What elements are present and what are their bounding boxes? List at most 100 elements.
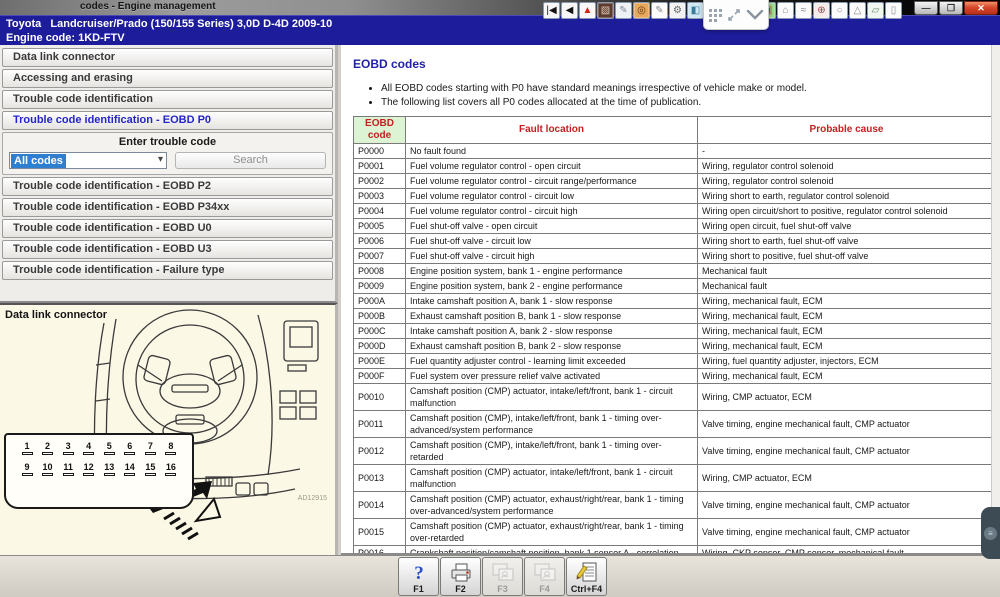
sidebar-item-data-link-connector[interactable]: Data link connector xyxy=(2,48,333,67)
hazard-icon[interactable]: △ xyxy=(849,2,866,19)
vehicle-info-bar: Toyota Landcruiser/Prado (150/155 Series… xyxy=(0,15,1000,45)
search-heading: Enter trouble code xyxy=(9,136,326,148)
vehicle-model: Toyota Landcruiser/Prado (150/155 Series… xyxy=(6,17,994,31)
connector-pin: 2 xyxy=(39,441,57,455)
connector-panel: Data link connector xyxy=(0,303,338,555)
battery-icon[interactable]: ▯ xyxy=(885,2,902,19)
sidebar-item-trouble-code-identification-eobd-p34xx[interactable]: Trouble code identification - EOBD P34xx xyxy=(2,198,333,217)
window-title: codes - Engine management xyxy=(80,1,216,12)
table-row: P0015Camshaft position (CMP) actuator, e… xyxy=(354,519,996,546)
sketch-icon[interactable]: ✎ xyxy=(615,2,632,19)
tools-icon[interactable]: ⊕ xyxy=(813,2,830,19)
cell-cause: Mechanical fault xyxy=(698,264,996,279)
diagnostics-icon[interactable]: ◧ xyxy=(687,2,704,19)
table-row: P0004Fuel volume regulator control - cir… xyxy=(354,204,996,219)
table-row: P000DExhaust camshaft position B, bank 2… xyxy=(354,339,996,354)
image-button-2: F4 xyxy=(524,557,565,596)
trouble-code-dropdown[interactable]: All codes ▾ xyxy=(9,152,167,169)
cell-cause: Valve timing, engine mechanical fault, C… xyxy=(698,492,996,519)
sidebar-item-trouble-code-identification[interactable]: Trouble code identification xyxy=(2,90,333,109)
sidebar-item-trouble-code-identification-eobd-p2[interactable]: Trouble code identification - EOBD P2 xyxy=(2,177,333,196)
cell-code: P000C xyxy=(354,324,406,339)
cell-code: P000A xyxy=(354,294,406,309)
cell-cause: Wiring short to positive, fuel shut-off … xyxy=(698,249,996,264)
cell-cause: Wiring, regulator control solenoid xyxy=(698,159,996,174)
help-icon: ? xyxy=(408,560,430,584)
cell-fault: Crankshaft position/camshaft position, b… xyxy=(406,546,698,556)
trouble-code-search: Enter trouble code All codes ▾ Search xyxy=(2,132,333,175)
table-row: P0001Fuel volume regulator control - ope… xyxy=(354,159,996,174)
cell-cause: Wiring, mechanical fault, ECM xyxy=(698,324,996,339)
nav-first-icon[interactable]: |◀ xyxy=(543,2,560,19)
cell-cause: Valve timing, engine mechanical fault, C… xyxy=(698,438,996,465)
sidebar-item-active[interactable]: Trouble code identification - EOBD P0 xyxy=(2,111,333,130)
seat-icon[interactable]: ⌂ xyxy=(777,2,794,19)
table-header-code: EOBD code xyxy=(354,117,406,144)
warning-icon[interactable]: ▲ xyxy=(579,2,596,19)
cell-cause: Wiring, CKP sensor, CMP sensor, mechanic… xyxy=(698,546,996,556)
cell-code: P0003 xyxy=(354,189,406,204)
info-bullet: The following list covers all P0 codes a… xyxy=(381,97,1000,108)
table-header-fault-location: Fault location xyxy=(406,117,698,144)
sidebar-item-trouble-code-identification-eobd-u3[interactable]: Trouble code identification - EOBD U3 xyxy=(2,240,333,259)
expand-icon[interactable] xyxy=(727,8,741,22)
cell-cause: Wiring, CMP actuator, ECM xyxy=(698,465,996,492)
cell-code: P0006 xyxy=(354,234,406,249)
footer: ?F1F2F3F4Ctrl+F4 xyxy=(0,555,1000,597)
print-button[interactable]: F2 xyxy=(440,557,481,596)
manual-icon[interactable]: ▧ xyxy=(597,2,614,19)
cell-cause: Wiring, mechanical fault, ECM xyxy=(698,294,996,309)
timing-icon[interactable]: ◎ xyxy=(633,2,650,19)
sidebar-item-trouble-code-identification-failure-type[interactable]: Trouble code identification - Failure ty… xyxy=(2,261,333,280)
cell-fault: Exhaust camshaft position B, bank 1 - sl… xyxy=(406,309,698,324)
table-row: P0009Engine position system, bank 2 - en… xyxy=(354,279,996,294)
cell-code: P0002 xyxy=(354,174,406,189)
sidebar-item-trouble-code-identification-eobd-u0[interactable]: Trouble code identification - EOBD U0 xyxy=(2,219,333,238)
grid-icon[interactable] xyxy=(708,8,722,22)
close-button[interactable]: ✕ xyxy=(964,1,998,15)
side-panel-handle[interactable]: ≡ xyxy=(981,507,1000,559)
function-key-label: F4 xyxy=(539,584,550,594)
nav-back-icon[interactable]: ◀ xyxy=(561,2,578,19)
info-bullets: All EOBD codes starting with P0 have sta… xyxy=(381,83,1000,108)
connector-panel-title: Data link connector xyxy=(5,309,107,321)
content: EOBD codes All EOBD codes starting with … xyxy=(341,45,1000,555)
settings-gear-icon[interactable]: ⚙ xyxy=(669,2,686,19)
chevron-down-icon: ▾ xyxy=(158,154,163,165)
cell-code: P0013 xyxy=(354,465,406,492)
cell-fault: Fuel volume regulator control - open cir… xyxy=(406,159,698,174)
sidebar-item-accessing-and-erasing[interactable]: Accessing and erasing xyxy=(2,69,333,88)
cell-code: P0016 xyxy=(354,546,406,556)
cell-fault: Exhaust camshaft position B, bank 2 - sl… xyxy=(406,339,698,354)
drawing-icon[interactable]: ✎ xyxy=(651,2,668,19)
cell-cause: Wiring, mechanical fault, ECM xyxy=(698,309,996,324)
cell-code: P000F xyxy=(354,369,406,384)
wiring-diagram-icon[interactable]: ≈ xyxy=(795,2,812,19)
maximize-button[interactable]: ❐ xyxy=(939,1,963,15)
vehicle-icon[interactable]: ▱ xyxy=(867,2,884,19)
bulb-icon[interactable]: ○ xyxy=(831,2,848,19)
cell-fault: No fault found xyxy=(406,144,698,159)
minimize-button[interactable]: — xyxy=(914,1,938,15)
chevron-down-icon[interactable] xyxy=(746,9,764,21)
cell-cause: Valve timing, engine mechanical fault, C… xyxy=(698,411,996,438)
notes-button[interactable]: Ctrl+F4 xyxy=(566,557,607,596)
cell-fault: Fuel shut-off valve - open circuit xyxy=(406,219,698,234)
cell-fault: Fuel system over pressure relief valve a… xyxy=(406,369,698,384)
connector-pin: 9 xyxy=(18,462,36,476)
cell-code: P000B xyxy=(354,309,406,324)
cell-cause: Mechanical fault xyxy=(698,279,996,294)
cell-cause: Wiring, mechanical fault, ECM xyxy=(698,369,996,384)
function-key-label: Ctrl+F4 xyxy=(571,584,602,594)
table-row: P0007Fuel shut-off valve - circuit highW… xyxy=(354,249,996,264)
dashboard-illustration xyxy=(0,305,338,555)
table-row: P000CIntake camshaft position A, bank 2 … xyxy=(354,324,996,339)
search-button[interactable]: Search xyxy=(175,152,326,169)
obd-connector: 12345678 910111213141516 xyxy=(4,433,194,509)
table-header-probable-cause: Probable cause xyxy=(698,117,996,144)
help-button[interactable]: ?F1 xyxy=(398,557,439,596)
connector-pin: 5 xyxy=(100,441,118,455)
handle-knob-icon: ≡ xyxy=(984,527,997,540)
right-edge xyxy=(991,45,1000,555)
table-row: P0011Camshaft position (CMP), intake/lef… xyxy=(354,411,996,438)
